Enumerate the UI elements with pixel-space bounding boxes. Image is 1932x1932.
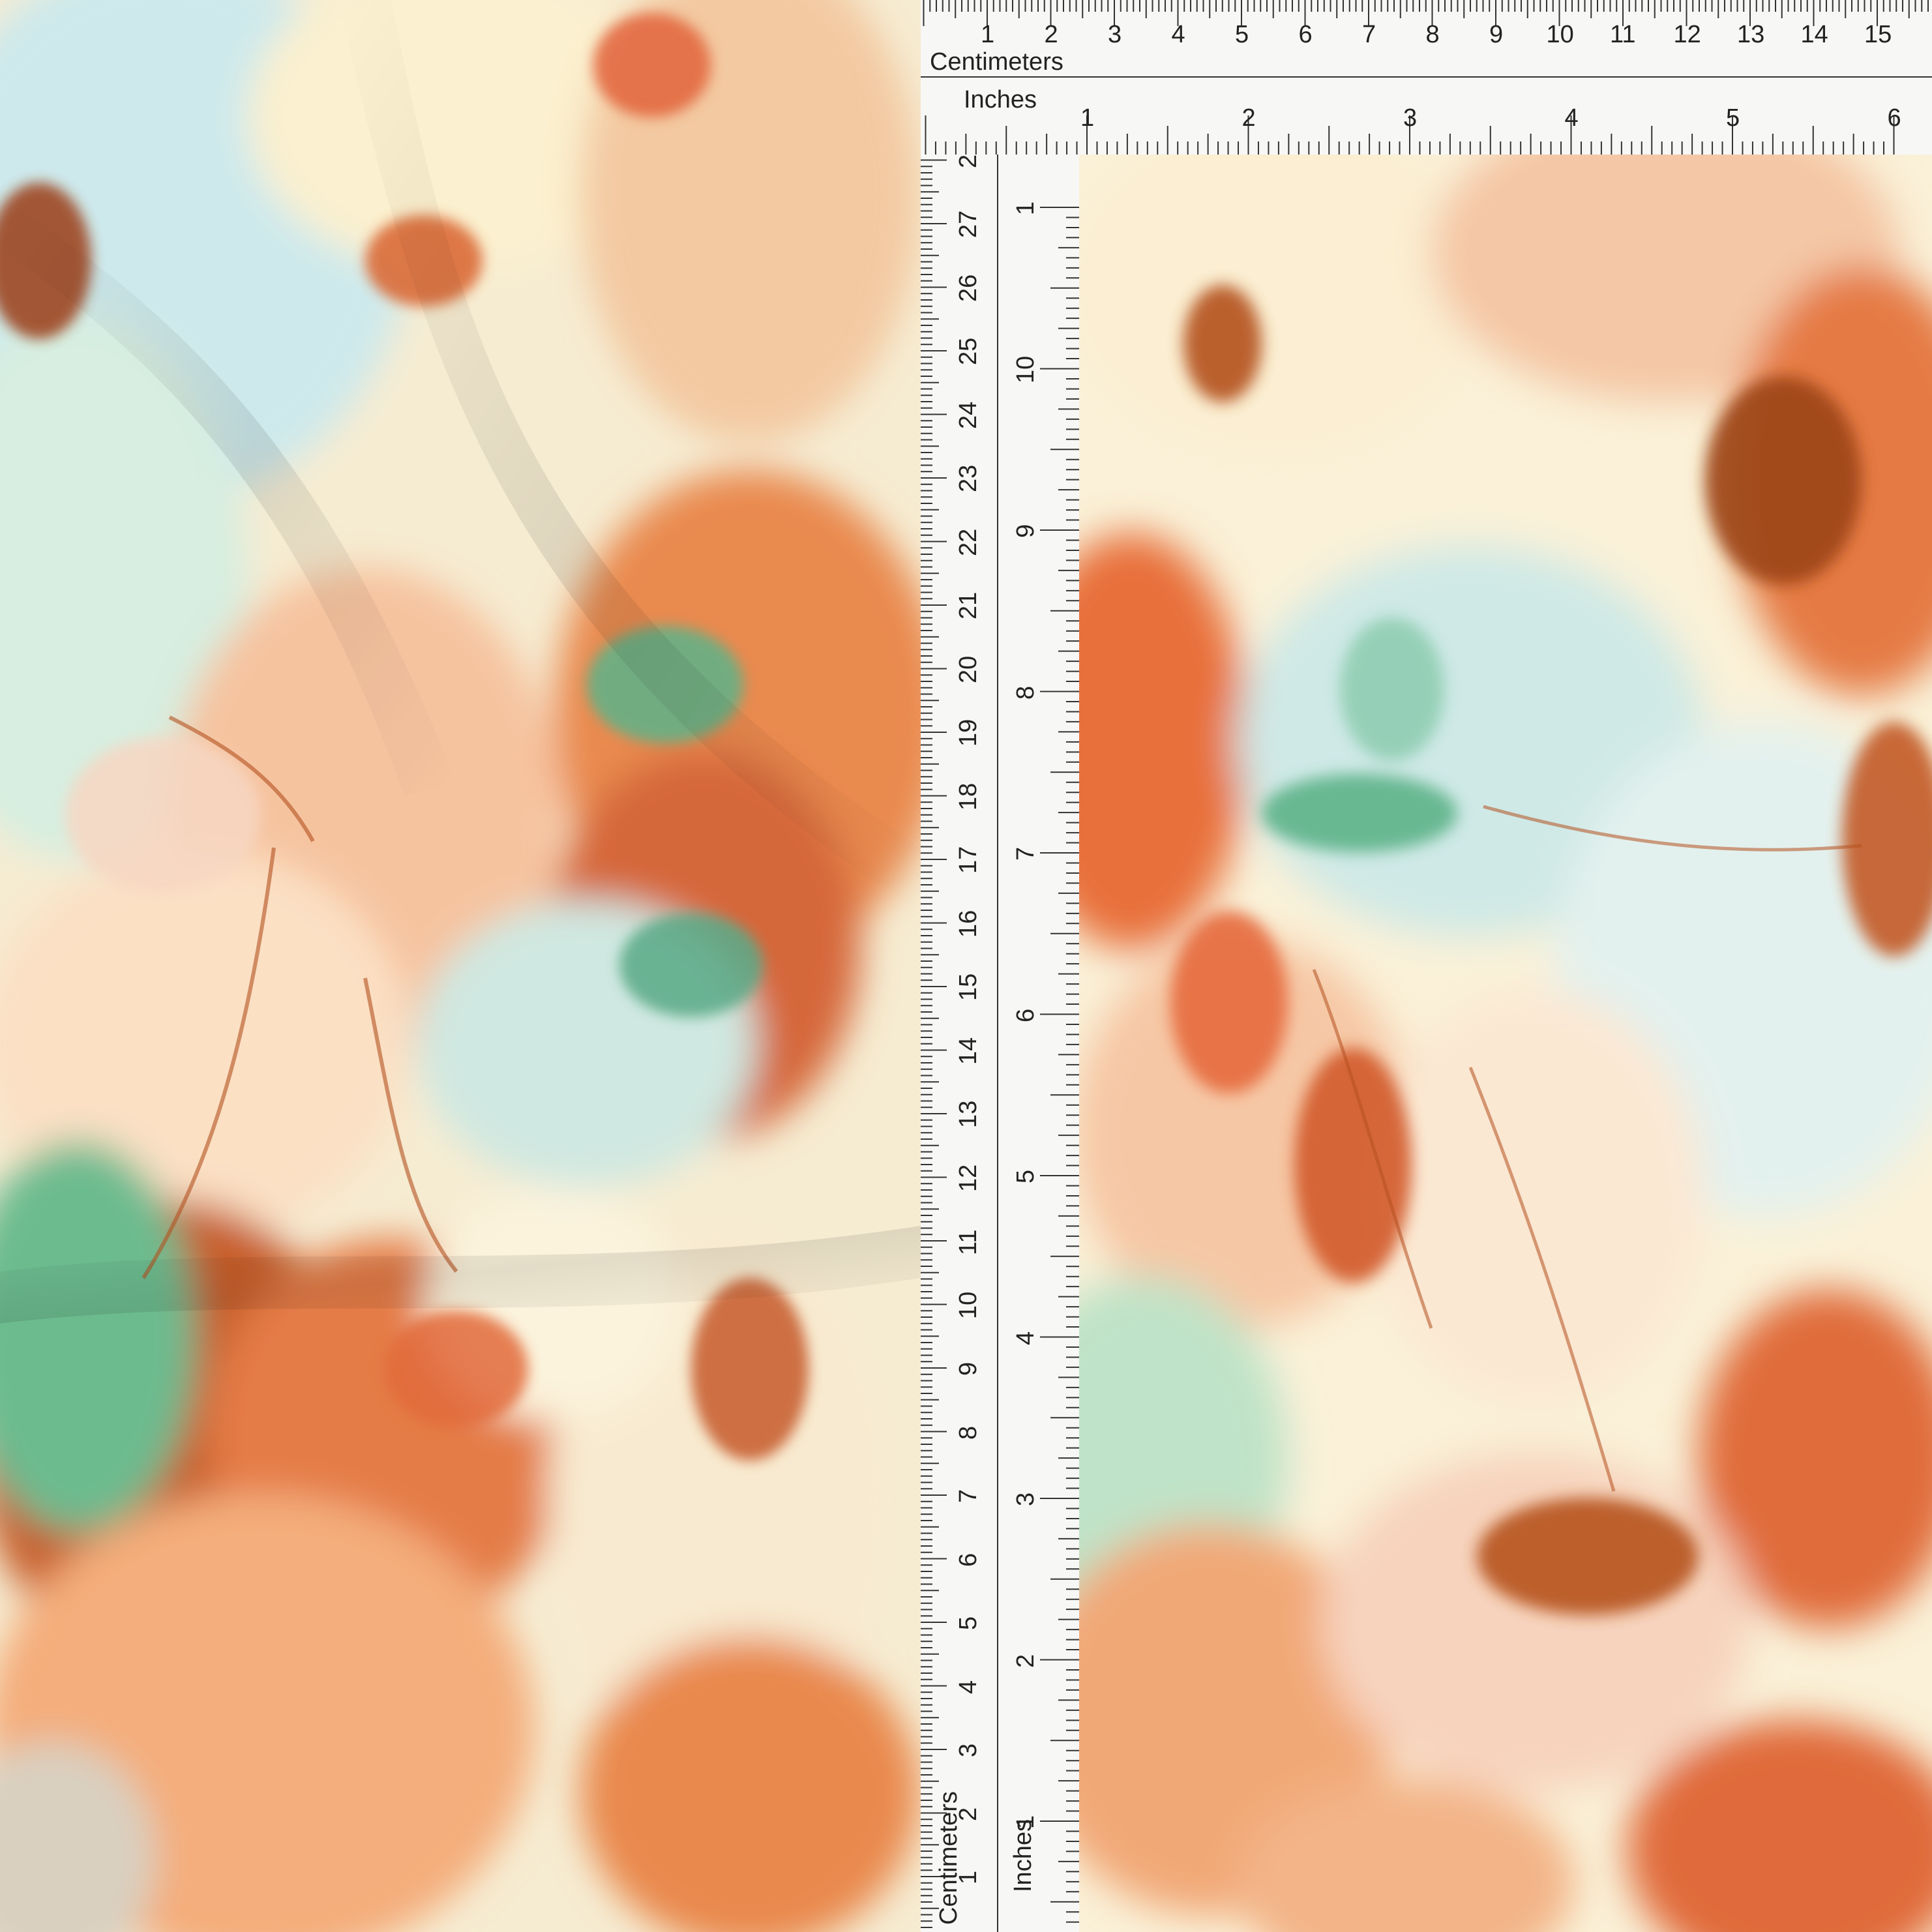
ruler-number: 8 bbox=[1012, 685, 1039, 700]
ruler-number: 2 bbox=[955, 155, 982, 168]
ruler-number: 9 bbox=[955, 1361, 982, 1376]
ruler-number: 5 bbox=[1235, 21, 1249, 48]
ruler-number: 6 bbox=[1298, 21, 1313, 48]
ruler-number: 1 bbox=[1012, 1815, 1039, 1829]
ruler-number: 11 bbox=[955, 1229, 982, 1255]
ruler-number: 5 bbox=[955, 1616, 982, 1630]
ruler-number: 3 bbox=[1403, 104, 1418, 132]
ruler-number: 17 bbox=[955, 846, 982, 874]
vertical-ruler-inches-label: Inches bbox=[1009, 1819, 1037, 1892]
ruler-number: 8 bbox=[955, 1425, 982, 1440]
ruler-number: 27 bbox=[955, 210, 982, 238]
ruler-number: 15 bbox=[955, 973, 982, 1001]
ruler-number: 3 bbox=[1108, 21, 1122, 48]
ruler-number: 16 bbox=[955, 910, 982, 938]
ruler-number: 1 bbox=[981, 21, 995, 48]
ruler-number: 5 bbox=[1012, 1169, 1039, 1183]
ruler-number: 2 bbox=[1241, 104, 1256, 132]
ruler-number: 15 bbox=[1864, 21, 1892, 48]
ruler-number: 21 bbox=[955, 591, 982, 619]
ruler-number: 22 bbox=[955, 528, 982, 556]
ruler-number: 18 bbox=[955, 782, 982, 810]
vertical-ruler-ticks bbox=[921, 155, 1079, 1932]
ruler-number: 6 bbox=[1887, 104, 1901, 132]
ruler-number: 4 bbox=[955, 1680, 982, 1694]
horizontal-ruler-inches-label: Inches bbox=[964, 86, 1037, 113]
ruler-number: 13 bbox=[1737, 21, 1765, 48]
draped-fabric-photo bbox=[0, 0, 921, 1932]
ruler-number: 23 bbox=[955, 464, 982, 492]
ruler-number: 2 bbox=[1044, 21, 1058, 48]
ruler-number: 19 bbox=[955, 719, 982, 747]
ruler-number: 9 bbox=[1489, 21, 1504, 48]
ruler-number: 12 bbox=[1673, 21, 1701, 48]
ruler-number: 6 bbox=[1012, 1008, 1039, 1022]
ruler-number: 12 bbox=[955, 1164, 982, 1192]
ruler-number: 11 bbox=[1610, 21, 1636, 48]
ruler-number: 10 bbox=[955, 1291, 982, 1319]
ruler-number: 3 bbox=[1012, 1492, 1039, 1506]
ruler-number: 3 bbox=[955, 1743, 982, 1757]
ruler-number: 7 bbox=[1012, 846, 1039, 861]
ruler-number: 13 bbox=[955, 1100, 982, 1128]
ruler-number: 8 bbox=[1425, 21, 1440, 48]
ruler-number: 4 bbox=[1012, 1331, 1039, 1345]
ruler-number: 5 bbox=[1726, 104, 1740, 132]
ruler-number: 6 bbox=[955, 1553, 982, 1567]
ruler-number: 2 bbox=[955, 1807, 982, 1821]
ruler-number: 9 bbox=[1012, 524, 1039, 538]
ruler-number: 25 bbox=[955, 337, 982, 365]
ruler-number: 4 bbox=[1564, 104, 1579, 132]
ruler-number: 10 bbox=[1546, 21, 1574, 48]
ruler-number: 2 bbox=[1012, 1654, 1039, 1668]
horizontal-ruler-centimeters-label: Centimeters bbox=[930, 48, 1063, 76]
ruler-number: 24 bbox=[955, 401, 982, 429]
ruler-number: 14 bbox=[1800, 21, 1828, 48]
vertical-ruler: Centimeters Inches 1 2 3 4 5 6 7 8 9 10 11 12 13 14 15… bbox=[921, 155, 1079, 1932]
ruler-number: 1 bbox=[1080, 104, 1095, 132]
ruler-number: 1 bbox=[1012, 201, 1039, 215]
ruler-number: 7 bbox=[1362, 21, 1376, 48]
ruler-number: 26 bbox=[955, 274, 982, 302]
ruler-number: 14 bbox=[955, 1037, 982, 1065]
flat-fabric-closeup-photo bbox=[1079, 155, 1932, 1932]
ruler-number: 7 bbox=[955, 1489, 982, 1503]
ruler-number: 10 bbox=[1012, 355, 1039, 383]
ruler-number: 1 bbox=[955, 1870, 982, 1884]
horizontal-ruler: Centimeters Inches 1 2 3 4 5 6 7 8 9 10 11 12 13 14 15… bbox=[921, 0, 1932, 155]
ruler-number: 20 bbox=[955, 655, 982, 683]
ruler-number: 4 bbox=[1171, 21, 1185, 48]
